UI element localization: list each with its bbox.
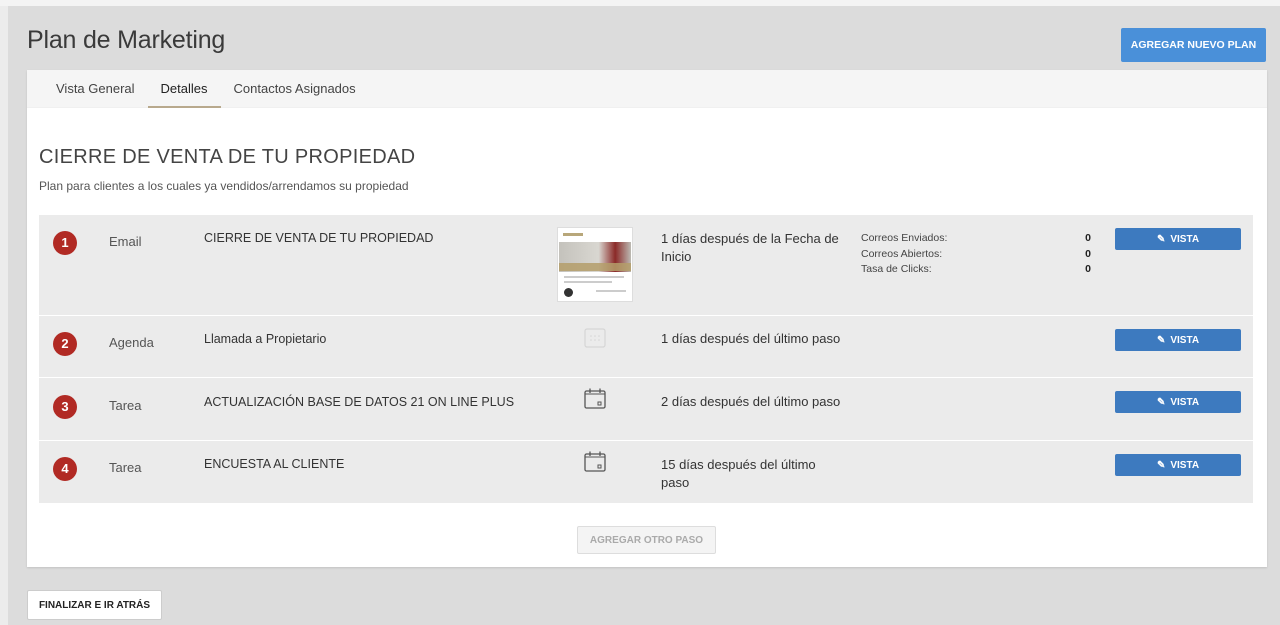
- calendar-icon: [584, 328, 606, 348]
- stat-label: Correos Abiertos:: [861, 247, 943, 260]
- step-timing: 1 días después de la Fecha de Inicio: [661, 231, 839, 264]
- stat-row: Tasa de Clicks: 0: [861, 263, 1091, 279]
- tab-details[interactable]: Detalles: [147, 70, 221, 108]
- step-name: ENCUESTA AL CLIENTE: [204, 457, 345, 471]
- step-row: 3 Tarea ACTUALIZACIÓN BASE DE DATOS 21 O…: [39, 378, 1253, 441]
- plan-panel: Vista General Detalles Contactos Asignad…: [27, 70, 1267, 567]
- step-timing: 1 días después del último paso: [661, 331, 841, 346]
- stat-value: 0: [1085, 247, 1091, 260]
- stat-row: Correos Enviados: 0: [861, 232, 1091, 248]
- pencil-icon: ✎: [1156, 459, 1166, 471]
- plan-description: Plan para clientes a los cuales ya vendi…: [39, 179, 409, 193]
- tab-bar: Vista General Detalles Contactos Asignad…: [27, 70, 1267, 108]
- view-step-button[interactable]: ✎ VISTA: [1115, 454, 1241, 476]
- step-type: Tarea: [109, 460, 142, 475]
- stat-row: Correos Abiertos: 0: [861, 248, 1091, 264]
- task-calendar-icon: [584, 388, 606, 409]
- view-step-button[interactable]: ✎ VISTA: [1115, 228, 1241, 250]
- steps-list: 1 Email CIERRE DE VENTA DE TU PROPIEDAD …: [39, 215, 1253, 504]
- stat-value: 0: [1085, 232, 1091, 244]
- view-step-button[interactable]: ✎ VISTA: [1115, 329, 1241, 351]
- stat-value: 0: [1085, 263, 1091, 275]
- step-row: 1 Email CIERRE DE VENTA DE TU PROPIEDAD …: [39, 215, 1253, 316]
- add-step-button[interactable]: AGREGAR OTRO PASO: [577, 526, 716, 554]
- pencil-icon: ✎: [1156, 334, 1166, 346]
- tab-overview[interactable]: Vista General: [43, 70, 148, 108]
- step-name: ACTUALIZACIÓN BASE DE DATOS 21 ON LINE P…: [204, 395, 515, 409]
- step-name: CIERRE DE VENTA DE TU PROPIEDAD: [204, 231, 434, 245]
- step-timing: 2 días después del último paso: [661, 394, 841, 409]
- step-row: 4 Tarea ENCUESTA AL CLIENTE 15 días desp…: [39, 441, 1253, 504]
- plan-name: CIERRE DE VENTA DE TU PROPIEDAD: [39, 146, 416, 168]
- step-type: Tarea: [109, 398, 142, 413]
- email-stats: Correos Enviados: 0 Correos Abiertos: 0 Ta…: [861, 232, 1091, 279]
- step-number-badge: 4: [53, 457, 77, 481]
- step-number-badge: 3: [53, 395, 77, 419]
- step-type: Agenda: [109, 335, 154, 350]
- stat-label: Correos Enviados:: [861, 232, 948, 244]
- add-new-plan-button[interactable]: AGREGAR NUEVO PLAN: [1121, 28, 1266, 62]
- tab-assigned-contacts[interactable]: Contactos Asignados: [221, 70, 369, 108]
- task-calendar-icon: [584, 451, 606, 472]
- step-number-badge: 2: [53, 332, 77, 356]
- step-name: Llamada a Propietario: [204, 332, 327, 346]
- pencil-icon: ✎: [1156, 396, 1166, 408]
- step-number-badge: 1: [53, 231, 77, 255]
- left-edge: [0, 6, 8, 625]
- stat-label: Tasa de Clicks:: [861, 263, 932, 275]
- view-step-button[interactable]: ✎ VISTA: [1115, 391, 1241, 413]
- top-bar: [0, 0, 1280, 6]
- finalize-back-button[interactable]: FINALIZAR E IR ATRÁS: [27, 590, 162, 620]
- email-thumbnail[interactable]: [557, 227, 633, 302]
- step-type: Email: [109, 234, 142, 249]
- pencil-icon: ✎: [1156, 233, 1166, 245]
- step-row: 2 Agenda Llamada a Propietario 1 días de…: [39, 316, 1253, 378]
- page-title: Plan de Marketing: [27, 26, 226, 54]
- step-timing: 15 días después del último paso: [661, 457, 816, 490]
